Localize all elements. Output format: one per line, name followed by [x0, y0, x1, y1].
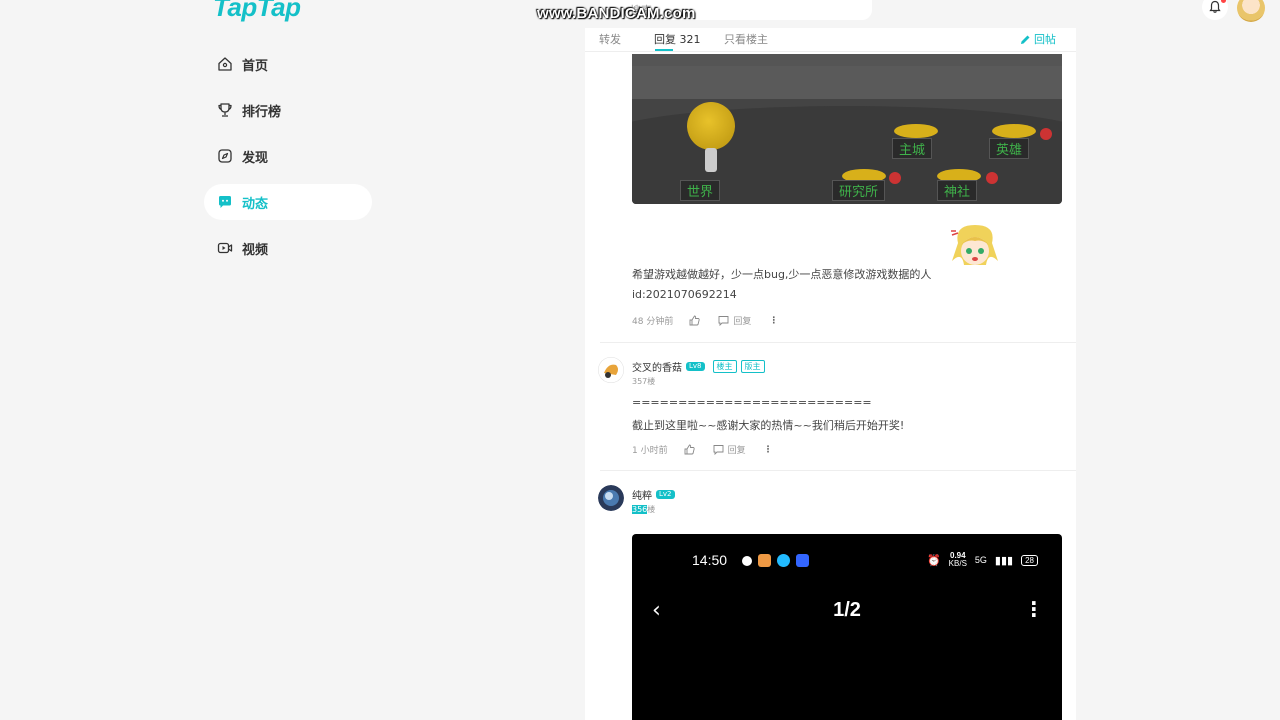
phone-status-time: 14:50 [692, 552, 728, 568]
video-icon [216, 239, 234, 257]
anime-sticker-image [951, 225, 998, 265]
notification-dot [986, 172, 998, 184]
reply-label: 回复 [727, 446, 746, 456]
game-pad [992, 124, 1036, 138]
user-avatar[interactable] [1237, 0, 1265, 22]
game-pad [894, 124, 938, 138]
more-options-icon: · · · [1030, 591, 1038, 627]
comment-separator-text: ========================== [632, 396, 872, 409]
sidebar-item-label: 排行榜 [242, 104, 282, 120]
network-speed: 0.94 KB/S [948, 551, 967, 568]
thumbs-up-icon [689, 315, 700, 326]
app-icon [796, 554, 809, 567]
game-label-hero: 英雄 [989, 138, 1030, 159]
phone-screenshot-image[interactable]: 14:50 ⏰ 0.94 KB/S 5G ▮▮▮ 28 ‹ 1/2 · · · [632, 534, 1062, 720]
sidebar-item-label: 发现 [242, 150, 269, 166]
comment-time: 1 小时前 [632, 446, 668, 456]
comment-divider [600, 470, 1076, 471]
comment-author[interactable]: 交叉的香菇 Lv8 楼主 版主 [632, 359, 765, 374]
notification-dot [889, 172, 901, 184]
comment-tabs: 转发 回复 321 只看楼主 回帖 [585, 28, 1076, 52]
sidebar-nav: 首页 排行榜 发现 动态 视频 [204, 46, 372, 276]
sidebar-item-home[interactable]: 首页 [204, 46, 372, 82]
compass-icon [216, 147, 234, 165]
tab-reply[interactable]: 回复 321 [654, 31, 701, 47]
battery-icon: 28 [1021, 554, 1038, 566]
bandicam-watermark: www.BANDICAM.com [537, 5, 696, 22]
active-tab-indicator [655, 49, 673, 51]
joystick-ball [687, 102, 735, 150]
game-label-shrine: 神社 [937, 180, 978, 201]
pencil-icon [1021, 35, 1030, 44]
phone-status-icons [742, 554, 809, 567]
floor-suffix: 楼 [647, 505, 656, 514]
commenter-avatar[interactable] [598, 357, 624, 383]
reply-label: 回复 [733, 317, 752, 327]
username[interactable]: 纯粹 [632, 487, 652, 502]
tab-owner-only[interactable]: 只看楼主 [724, 31, 768, 47]
comment-text-id: id:2021070692214 [632, 288, 737, 301]
like-button[interactable] [684, 444, 695, 455]
game-label-main-city: 主城 [892, 138, 933, 159]
comment-text: 希望游戏越做越好，少一点bug,少一点恶意修改游戏数据的人 [632, 268, 932, 281]
reply-post-button[interactable]: 回帖 [1020, 31, 1056, 47]
username[interactable]: 交叉的香菇 [632, 359, 682, 374]
post-detail-panel: 转发 回复 321 只看楼主 回帖 世界 研究所 神社 主城 英雄 希望游戏越做… [585, 28, 1076, 720]
signal-icon: ▮▮▮ [994, 554, 1014, 567]
comment-time: 48 分钟前 [632, 317, 674, 327]
comment-meta: 1 小时前 回复 ⋮ [632, 443, 773, 457]
sidebar-item-discover[interactable]: 发现 [204, 138, 372, 174]
tab-forward[interactable]: 转发 [599, 31, 621, 47]
chat-icon [216, 193, 234, 211]
floor-number: 356楼 [632, 504, 655, 515]
image-page-counter: 1/2 [833, 599, 861, 621]
like-button[interactable] [689, 315, 700, 326]
reply-button[interactable]: 回复 [713, 443, 746, 456]
comment-icon [718, 316, 729, 326]
more-options-icon[interactable]: ⋮ [769, 316, 778, 326]
game-label-world: 世界 [680, 180, 721, 201]
alarm-icon: ⏰ [926, 554, 941, 567]
comment-text: 截止到这里啦~~感谢大家的热情~~我们稍后开始开奖! [632, 419, 905, 432]
game-screenshot-image[interactable]: 世界 研究所 神社 主城 英雄 [632, 54, 1062, 204]
notification-bell-icon[interactable] [1202, 0, 1228, 20]
signal-label: 5G [974, 555, 987, 565]
sidebar-item-label: 视频 [242, 242, 269, 258]
level-badge: Lv2 [656, 490, 675, 499]
commenter-avatar[interactable] [598, 485, 624, 511]
joystick-stick [705, 148, 717, 172]
sidebar-item-video[interactable]: 视频 [204, 230, 372, 266]
floor-number: 357楼 [632, 377, 656, 386]
app-icon [777, 554, 790, 567]
taptap-logo[interactable]: TapTap [213, 0, 301, 23]
reply-button[interactable]: 回复 [718, 314, 751, 327]
home-icon [216, 55, 234, 73]
moderator-tag: 版主 [740, 360, 765, 373]
sidebar-item-ranking[interactable]: 排行榜 [204, 92, 372, 128]
sidebar-item-label: 首页 [242, 58, 269, 74]
trophy-icon [216, 101, 234, 119]
comment-author[interactable]: 纯粹 Lv2 [632, 487, 675, 502]
thumbs-up-icon [684, 444, 695, 455]
app-icon [742, 556, 752, 566]
more-options-icon[interactable]: ⋮ [764, 445, 773, 455]
app-icon [758, 554, 771, 567]
comment-meta: 48 分钟前 回复 ⋮ [632, 314, 778, 328]
owner-tag: 楼主 [712, 360, 737, 373]
phone-status-right: ⏰ 0.94 KB/S 5G ▮▮▮ 28 [927, 552, 1038, 568]
sidebar-item-feed[interactable]: 动态 [204, 184, 372, 220]
comment-icon [713, 445, 724, 455]
level-badge: Lv8 [686, 362, 705, 371]
floor-number-highlight: 356 [632, 505, 648, 514]
notification-dot [1221, 0, 1226, 3]
comment-divider [600, 342, 1076, 343]
sidebar-item-label: 动态 [242, 196, 269, 212]
notification-dot [1040, 128, 1052, 140]
reply-post-label: 回帖 [1034, 33, 1056, 46]
game-label-institute: 研究所 [832, 180, 886, 201]
